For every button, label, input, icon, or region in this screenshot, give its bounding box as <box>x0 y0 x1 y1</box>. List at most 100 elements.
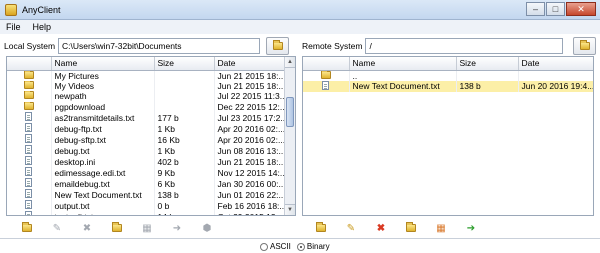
row-size: 138 b <box>456 80 519 92</box>
local-scrollbar[interactable]: ▲ ▼ <box>284 57 295 215</box>
remote-open-button[interactable] <box>396 221 426 235</box>
file-icon <box>25 189 33 199</box>
remote-path-bar: Remote System / <box>298 36 600 56</box>
remote-rename-button[interactable]: ✎ <box>336 221 366 235</box>
date-column-header[interactable]: Date <box>214 57 286 71</box>
remote-new-folder-button[interactable] <box>306 221 336 235</box>
delete-icon: ✖ <box>82 222 92 234</box>
file-row[interactable]: as2transmitdetails.txt 177 b Jul 23 2015 1… <box>7 112 286 124</box>
new-folder-icon <box>316 222 326 232</box>
remote-file-list: Name Size Date .. New Text Document.txt 13… <box>302 56 594 216</box>
window-title: AnyClient <box>22 4 61 15</box>
file-row[interactable]: output.txt 0 b Feb 16 2016 18:... <box>7 200 286 212</box>
folder-row[interactable]: My Pictures Jun 21 2015 18:... <box>7 70 286 81</box>
row-name: output.txt <box>51 200 155 212</box>
file-row[interactable]: debug.txt 1 Kb Jun 08 2016 13:... <box>7 145 286 157</box>
local-new-folder-button[interactable] <box>12 221 42 235</box>
row-size: 138 b <box>154 189 215 201</box>
remote-path-field[interactable]: / <box>365 38 564 54</box>
file-icon <box>25 145 33 155</box>
size-column-header[interactable]: Size <box>154 57 215 71</box>
name-column-header[interactable]: Name <box>51 57 155 71</box>
row-name: debug-sftp.txt <box>51 134 155 146</box>
binary-radio[interactable] <box>296 242 305 251</box>
row-size: 177 b <box>154 112 215 124</box>
scroll-thumb[interactable] <box>286 97 294 127</box>
row-name: newpath <box>51 91 155 102</box>
close-button[interactable]: ✕ <box>566 2 596 16</box>
row-icon-cell <box>7 134 52 146</box>
row-icon-cell <box>303 80 350 92</box>
menu-file[interactable]: File <box>0 22 27 32</box>
file-row[interactable]: New Text Document.txt 138 b Jun 20 2016 19… <box>303 80 593 92</box>
row-icon-cell <box>7 101 52 113</box>
row-name: .. <box>349 70 457 81</box>
folder-icon <box>320 70 331 79</box>
folder-row[interactable]: .. <box>303 70 593 81</box>
row-size <box>154 91 215 102</box>
file-icon <box>25 211 33 215</box>
menu-help[interactable]: Help <box>27 22 58 32</box>
row-size: 9 Kb <box>154 167 215 179</box>
scroll-up-icon[interactable]: ▲ <box>285 57 295 68</box>
local-path-bar: Local System C:\Users\win7-32bit\Documen… <box>0 36 298 56</box>
scroll-down-icon[interactable]: ▼ <box>285 204 295 215</box>
row-date: Nov 12 2015 14:... <box>214 167 286 179</box>
row-icon-cell <box>7 178 52 190</box>
file-row[interactable]: debug-sftp.txt 16 Kb Apr 20 2016 02:... <box>7 134 286 146</box>
local-refresh-button[interactable]: ▦ <box>132 221 162 235</box>
row-date: Apr 20 2016 02:... <box>214 123 286 135</box>
file-icon <box>25 134 33 144</box>
row-date: Jul 23 2015 17:2... <box>214 112 286 124</box>
row-icon-cell <box>7 156 52 168</box>
row-date: Jun 08 2016 13:... <box>214 145 286 157</box>
local-delete-button[interactable]: ✖ <box>72 221 102 235</box>
folder-icon <box>23 70 34 79</box>
row-date <box>518 70 593 81</box>
row-name: test.edi.txt <box>51 211 155 215</box>
row-size: 14 b <box>154 211 215 215</box>
file-row[interactable]: test.edi.txt14 bOct 29 2015 13:... <box>7 211 286 215</box>
file-row[interactable]: desktop.ini 402 b Jun 21 2015 18:... <box>7 156 286 168</box>
local-options-button[interactable]: ⬢ <box>192 221 222 235</box>
download-arrow-icon: ➔ <box>466 222 476 234</box>
local-file-list: Name Size Date My Pictures Jun 21 2015 18… <box>6 56 296 216</box>
row-size: 1 Kb <box>154 123 215 135</box>
file-row[interactable]: New Text Document.txt 138 b Jun 01 2016 22… <box>7 189 286 201</box>
local-open-button[interactable] <box>102 221 132 235</box>
file-row[interactable]: debug-ftp.txt 1 Kb Apr 20 2016 02:... <box>7 123 286 135</box>
row-name: desktop.ini <box>51 156 155 168</box>
remote-delete-button[interactable]: ✖ <box>366 221 396 235</box>
local-path-field[interactable]: C:\Users\win7-32bit\Documents <box>58 38 261 54</box>
minimize-button[interactable]: – <box>526 2 545 16</box>
upload-button[interactable]: ➜ <box>162 221 192 235</box>
file-row[interactable]: emaildebug.txt 6 Kb Jan 30 2016 00:... <box>7 178 286 190</box>
refresh-icon: ▦ <box>436 222 446 234</box>
folder-row[interactable]: My Videos Jun 21 2015 18:... <box>7 80 286 92</box>
row-icon-cell <box>7 145 52 157</box>
icon-column-header <box>303 57 350 71</box>
menu-bar: File Help <box>0 20 600 34</box>
row-date: Jun 21 2015 18:... <box>214 156 286 168</box>
remote-browse-button[interactable] <box>573 37 597 55</box>
file-icon <box>25 156 33 166</box>
row-size: 1 Kb <box>154 145 215 157</box>
folder-row[interactable]: pgpdownload Dec 22 2015 12:... <box>7 101 286 113</box>
row-name: New Text Document.txt <box>349 80 457 92</box>
local-rename-button[interactable]: ✎ <box>42 221 72 235</box>
row-name: My Videos <box>51 80 155 92</box>
row-name: New Text Document.txt <box>51 189 155 201</box>
maximize-button[interactable]: □ <box>546 2 565 16</box>
date-column-header[interactable]: Date <box>518 57 593 71</box>
local-browse-button[interactable] <box>266 37 290 55</box>
name-column-header[interactable]: Name <box>349 57 457 71</box>
size-column-header[interactable]: Size <box>456 57 519 71</box>
row-icon-cell <box>7 80 52 92</box>
ascii-radio[interactable] <box>260 242 268 251</box>
download-button[interactable]: ➔ <box>456 221 486 235</box>
file-row[interactable]: edimessage.edi.txt 9 Kb Nov 12 2015 14:... <box>7 167 286 179</box>
transfer-mode-group: ASCII Binary <box>260 242 330 251</box>
file-icon <box>25 123 33 133</box>
folder-row[interactable]: newpath Jul 22 2015 11:3... <box>7 91 286 102</box>
remote-refresh-button[interactable]: ▦ <box>426 221 456 235</box>
